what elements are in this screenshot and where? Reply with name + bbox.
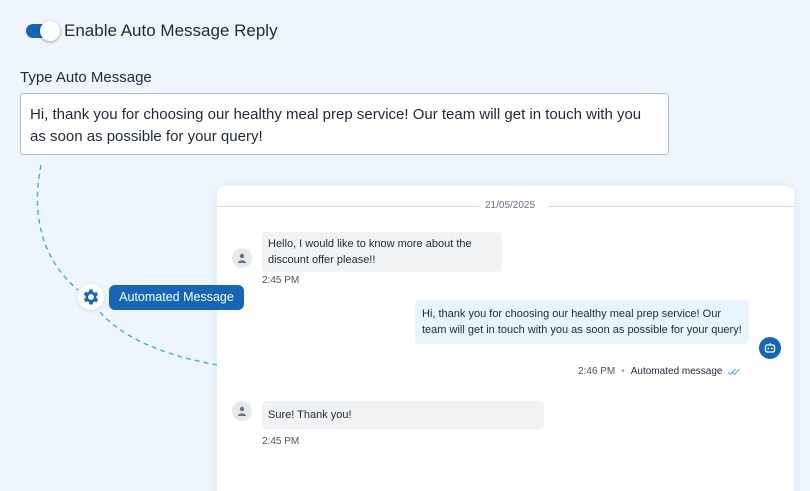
toggle-label: Enable Auto Message Reply — [64, 21, 278, 40]
chat-date: 21/05/2025 — [485, 200, 536, 211]
bot-message-meta: 2:46 PM • Automated message — [578, 366, 741, 377]
message-time: 2:45 PM — [262, 275, 300, 286]
automated-message-badge: Automated Message — [109, 285, 244, 310]
message-time: 2:45 PM — [262, 436, 300, 447]
bot-avatar — [759, 337, 781, 359]
auto-reply-toggle-row: Enable Auto Message Reply — [26, 21, 278, 41]
bot-icon — [764, 343, 776, 353]
auto-reply-toggle[interactable] — [26, 21, 60, 41]
double-check-icon — [728, 368, 741, 375]
auto-message-input[interactable]: Hi, thank you for choosing our healthy m… — [20, 93, 669, 155]
user-icon — [238, 406, 246, 416]
chat-preview: 21/05/2025 Hello, I would like to know m… — [217, 186, 794, 491]
user-avatar — [232, 248, 252, 268]
user-icon — [238, 253, 246, 263]
message-time: 2:46 PM — [578, 366, 616, 377]
auto-message-label: Type Auto Message — [20, 69, 152, 86]
toggle-knob — [40, 21, 60, 41]
automation-gear — [78, 284, 104, 310]
date-divider: 21/05/2025 — [217, 200, 794, 214]
user-avatar — [232, 401, 252, 421]
message-bubble-bot: Hi, thank you for choosing our healthy m… — [415, 300, 749, 344]
gear-icon — [83, 289, 99, 305]
message-bubble-user: Sure! Thank you! — [262, 401, 544, 429]
automated-tag: Automated message — [630, 366, 723, 377]
message-bubble-user: Hello, I would like to know more about t… — [262, 232, 502, 272]
